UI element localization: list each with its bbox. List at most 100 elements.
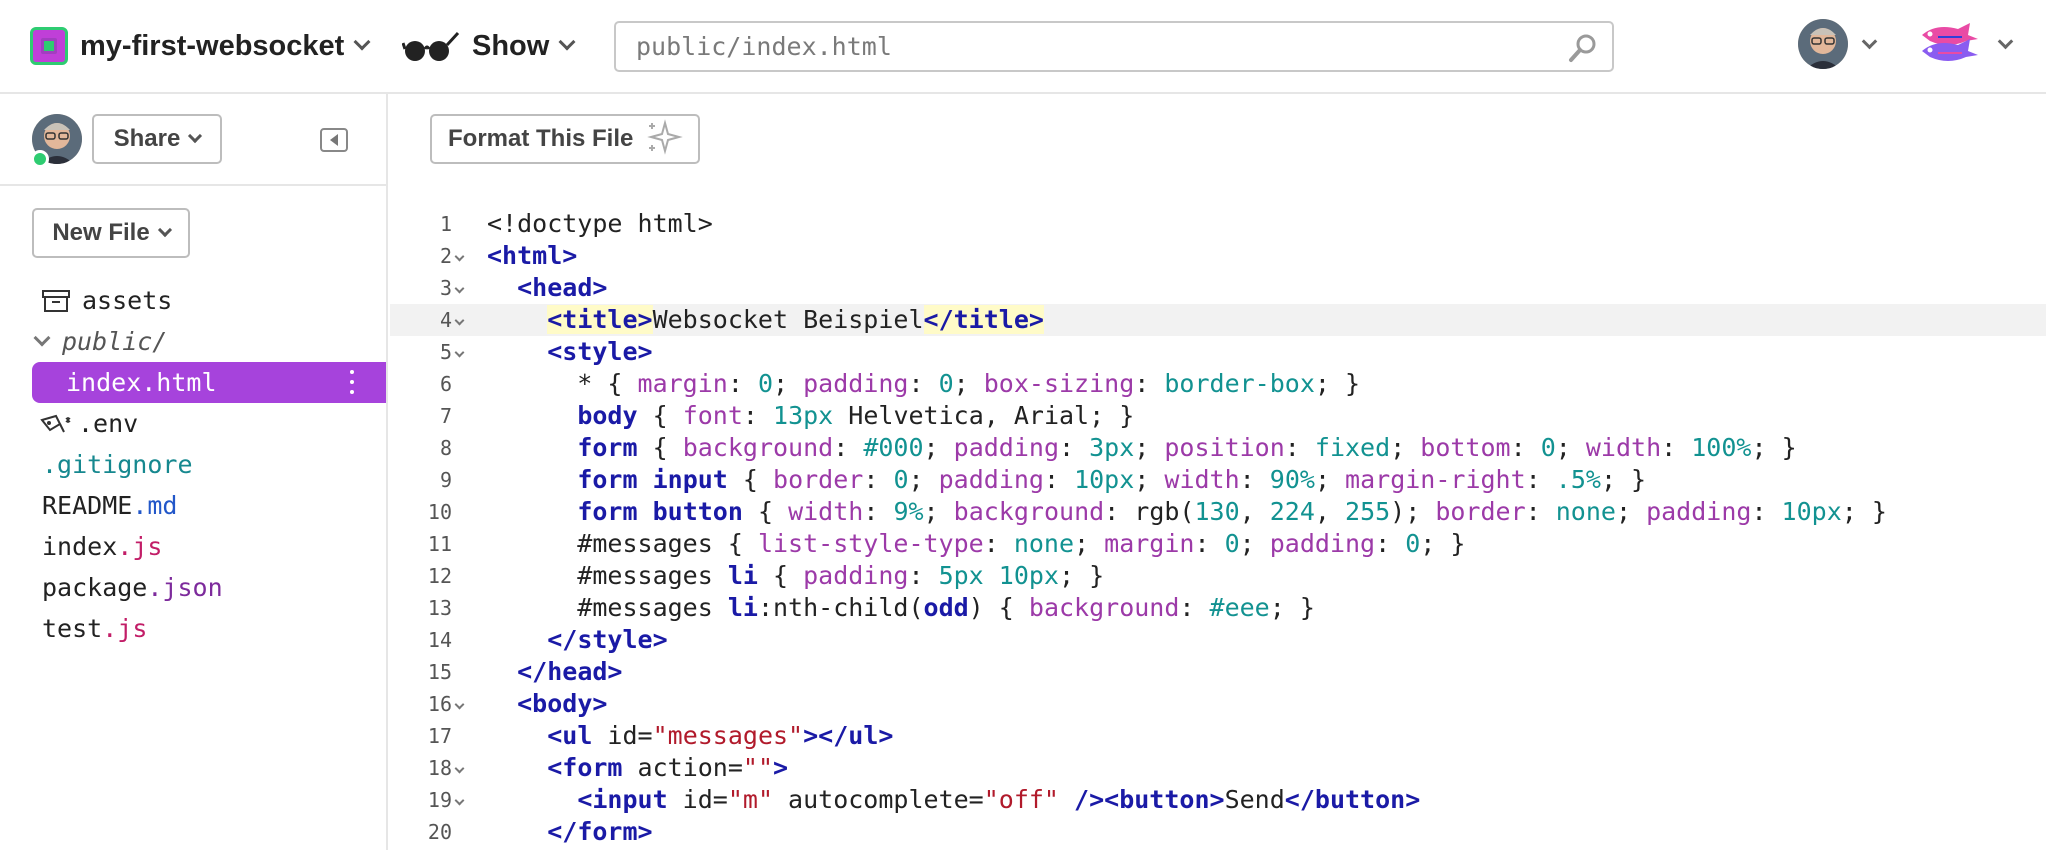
code-line[interactable]: 1 <!doctype html> <box>390 208 2046 240</box>
line-number: 4 <box>439 308 452 332</box>
file-item-test-js[interactable]: test .js <box>0 608 386 649</box>
share-button[interactable]: Share <box>92 114 222 164</box>
code-line[interactable]: 20 </form> <box>390 816 2046 848</box>
code-text: </form> <box>547 817 653 846</box>
code-text: form button { width: 9%; background: rgb… <box>577 497 1887 526</box>
code-line[interactable]: 13 #messages li:nth-child(odd) { backgro… <box>390 592 2046 624</box>
code-line[interactable]: 16 <body> <box>390 688 2046 720</box>
file-item-env[interactable]: .env <box>0 403 386 444</box>
show-menu[interactable]: Show <box>402 26 576 66</box>
line-number: 3 <box>439 276 452 300</box>
line-number: 6 <box>439 372 452 396</box>
code-line[interactable]: 11 #messages { list-style-type: none; ma… <box>390 528 2046 560</box>
code-text: <style> <box>547 337 653 366</box>
code-line[interactable]: 4 <title>Websocket Beispiel</title> <box>390 304 2046 336</box>
code-line[interactable]: 18 <form action=""> <box>390 752 2046 784</box>
code-line[interactable]: 19 <input id="m" autocomplete="off" /><b… <box>390 784 2046 816</box>
file-base: test <box>42 614 103 643</box>
code-line[interactable]: 15 </head> <box>390 656 2046 688</box>
code-text: <html> <box>487 241 578 270</box>
code-text: <title>Websocket Beispiel</title> <box>547 305 1044 334</box>
new-file-label: New File <box>52 219 150 246</box>
file-item-gitignore[interactable]: .gitignore <box>0 444 386 485</box>
fold-chevron-icon[interactable] <box>454 763 465 774</box>
search-input[interactable] <box>636 32 1536 61</box>
fold-chevron-icon[interactable] <box>454 315 465 326</box>
line-number: 13 <box>427 596 452 620</box>
sidebar: Share New File assets public/ index.html <box>0 94 388 850</box>
new-file-button[interactable]: New File <box>32 208 190 258</box>
file-item-package-json[interactable]: package .json <box>0 567 386 608</box>
code-text: <head> <box>517 273 608 302</box>
code-text: #messages li:nth-child(odd) { background… <box>487 593 1315 622</box>
code-text: <!doctype html> <box>487 209 713 238</box>
code-line[interactable]: 10 form button { width: 9%; background: … <box>390 496 2046 528</box>
code-line[interactable]: 3 <head> <box>390 272 2046 304</box>
code-line[interactable]: 8 form { background: #000; padding: 3px;… <box>390 432 2046 464</box>
code-text: #messages li { padding: 5px 10px; } <box>487 561 1105 590</box>
line-number: 1 <box>439 212 452 236</box>
resources-menu[interactable] <box>1918 18 2014 70</box>
code-text: * { margin: 0; padding: 0; box-sizing: b… <box>487 369 1361 398</box>
code-line[interactable]: 7 body { font: 13px Helvetica, Arial; } <box>390 400 2046 432</box>
folder-item-public[interactable]: public/ <box>0 321 386 362</box>
format-label: Format This File <box>448 125 634 152</box>
code-line[interactable]: 12 #messages li { padding: 5px 10px; } <box>390 560 2046 592</box>
user-menu[interactable] <box>1798 18 1878 70</box>
line-number: 16 <box>427 692 452 716</box>
code-line[interactable]: 17 <ul id="messages"></ul> <box>390 720 2046 752</box>
chevron-down-icon <box>353 33 371 51</box>
code-editor[interactable]: Format This File 1 <!doctype html> 2 <html>… <box>390 94 2046 850</box>
line-number: 19 <box>427 788 452 812</box>
search-icon[interactable] <box>1568 33 1598 63</box>
line-number: 8 <box>439 436 452 460</box>
line-number: 10 <box>427 500 452 524</box>
file-ext: .md <box>132 491 178 520</box>
code-line[interactable]: 5 <style> <box>390 336 2046 368</box>
project-menu[interactable]: my-first-websocket <box>30 26 371 66</box>
project-name: my-first-websocket <box>80 29 345 62</box>
file-name: index.html <box>66 368 217 397</box>
fold-chevron-icon[interactable] <box>454 699 465 710</box>
glasses-icon <box>402 31 460 61</box>
chevron-down-icon <box>1997 33 2014 49</box>
line-number: 14 <box>427 628 452 652</box>
line-number: 20 <box>427 820 452 844</box>
kebab-menu-icon[interactable] <box>350 370 354 394</box>
fold-chevron-icon[interactable] <box>454 795 465 806</box>
file-name: assets <box>82 286 173 315</box>
file-item-assets[interactable]: assets <box>0 280 386 321</box>
folder-icon <box>42 289 70 312</box>
fold-chevron-icon[interactable] <box>454 251 465 262</box>
file-ext: .js <box>117 532 163 561</box>
code-line[interactable]: 6 * { margin: 0; padding: 0; box-sizing:… <box>390 368 2046 400</box>
code-lines[interactable]: 1 <!doctype html> 2 <html> 3 <head> 4 <title>… <box>390 208 2046 848</box>
line-number: 17 <box>427 724 452 748</box>
online-status-dot <box>31 150 49 168</box>
fold-chevron-icon[interactable] <box>454 283 465 294</box>
code-text: #messages { list-style-type: none; margi… <box>487 529 1466 558</box>
file-ext: .js <box>102 614 148 643</box>
file-item-index-js[interactable]: index .js <box>0 526 386 567</box>
file-name: public/ <box>62 327 168 356</box>
collapse-sidebar-icon[interactable] <box>320 128 348 152</box>
line-number: 2 <box>439 244 452 268</box>
fish-logo-icon <box>1922 23 1978 61</box>
code-line[interactable]: 2 <html> <box>390 240 2046 272</box>
format-file-button[interactable]: Format This File <box>430 114 700 164</box>
line-number: 18 <box>427 756 452 780</box>
line-number: 11 <box>427 532 452 556</box>
top-bar: my-first-websocket Show <box>0 0 2046 94</box>
file-item-readme[interactable]: README .md <box>0 485 386 526</box>
chevron-down-icon <box>1861 33 1878 49</box>
code-text: <form action=""> <box>547 753 789 782</box>
file-item-index-html[interactable]: index.html <box>32 362 386 403</box>
fold-chevron-icon[interactable] <box>454 347 465 358</box>
code-line[interactable]: 9 form input { border: 0; padding: 10px;… <box>390 464 2046 496</box>
line-number: 7 <box>439 404 452 428</box>
code-text: body { font: 13px Helvetica, Arial; } <box>577 401 1135 430</box>
env-key-icon <box>40 414 71 432</box>
code-line[interactable]: 14 </style> <box>390 624 2046 656</box>
project-icon <box>30 27 68 65</box>
code-text: <ul id="messages"></ul> <box>547 721 894 750</box>
